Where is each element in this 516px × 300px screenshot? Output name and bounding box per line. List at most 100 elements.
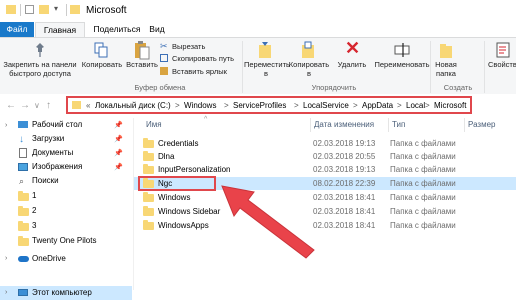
- crumb-local[interactable]: Local: [406, 101, 425, 110]
- crumb-appdata[interactable]: AppData: [362, 101, 393, 110]
- expand-chevron-icon[interactable]: ›: [5, 289, 7, 296]
- crumb-separator-icon[interactable]: >: [425, 101, 430, 110]
- paste-shortcut-label: Вставить ярлык: [172, 67, 227, 76]
- expand-chevron-icon[interactable]: ›: [5, 255, 7, 262]
- window-title: Microsoft: [86, 5, 127, 16]
- forward-arrow-icon[interactable]: →: [20, 100, 30, 111]
- tab-file[interactable]: Файл: [0, 22, 34, 37]
- organize-group-label: Упорядочить: [311, 83, 357, 92]
- rename-icon: [394, 43, 410, 57]
- folder-icon: [18, 221, 29, 231]
- move-to-label: Переместить в: [244, 60, 290, 78]
- sort-ascending-icon: ^: [204, 116, 208, 123]
- annotation-arrow-icon: [221, 185, 315, 259]
- folder-icon: [143, 206, 154, 216]
- crumb-windows[interactable]: Windows: [184, 101, 216, 110]
- up-arrow-icon[interactable]: ↑: [46, 100, 51, 111]
- address-overflow-chevron[interactable]: «: [86, 101, 90, 110]
- table-row[interactable]: Windows Sidebar 02.03.2018 18:41 Папка с…: [140, 205, 516, 218]
- file-date: 02.03.2018 19:13: [313, 165, 376, 174]
- file-type: Папка с файлами: [390, 179, 456, 188]
- sidebar-item-label: OneDrive: [32, 254, 66, 263]
- crumb-separator-icon[interactable]: >: [224, 101, 229, 110]
- properties-icon: [496, 42, 510, 58]
- crumb-separator-icon[interactable]: >: [294, 101, 299, 110]
- paste-icon: [135, 41, 150, 60]
- paste-label: Вставить: [126, 60, 158, 69]
- address-bar[interactable]: « Локальный диск (C:) > Windows > Servic…: [66, 96, 472, 114]
- sidebar-item-label: Этот компьютер: [32, 288, 92, 297]
- divider: [20, 4, 21, 16]
- sidebar-item-label: 3: [32, 221, 37, 230]
- sidebar-item-label: Поиски: [32, 176, 59, 185]
- downloads-icon: ↓: [19, 134, 24, 145]
- sidebar-item-label: Документы: [32, 148, 74, 157]
- table-row[interactable]: Credentials 02.03.2018 19:13 Папка с фай…: [140, 137, 516, 150]
- sidebar-item-label: Рабочий стол: [32, 120, 83, 129]
- tab-home[interactable]: Главная: [35, 22, 85, 37]
- properties-label: Свойства: [488, 60, 516, 69]
- properties-quick-icon[interactable]: [25, 5, 34, 14]
- crumb-separator-icon[interactable]: >: [175, 101, 180, 110]
- folder-icon: [143, 220, 154, 230]
- file-type: Папка с файлами: [390, 139, 456, 148]
- delete-x-icon: ✕: [345, 38, 361, 58]
- sidebar-item-label: Изображения: [32, 162, 83, 171]
- ribbon-tabs: Файл Главная Поделиться Вид: [0, 22, 516, 37]
- file-name: WindowsApps: [158, 221, 209, 230]
- back-arrow-icon[interactable]: ←: [6, 100, 16, 111]
- crumb-microsoft[interactable]: Microsoft: [434, 101, 466, 110]
- pane-splitter[interactable]: [133, 118, 134, 290]
- new-folder-quick-icon[interactable]: [39, 5, 49, 14]
- file-name: Windows: [158, 193, 191, 202]
- search-icon: ⌕: [19, 176, 25, 186]
- customize-quick-access-icon[interactable]: ▾: [54, 4, 58, 15]
- column-divider[interactable]: [310, 118, 311, 132]
- desktop-icon: [18, 121, 28, 128]
- column-divider[interactable]: [464, 118, 465, 132]
- crumb-localservice[interactable]: LocalService: [303, 101, 349, 110]
- crumb-local-disk[interactable]: Локальный диск (C:): [95, 101, 171, 110]
- table-row[interactable]: Windows 02.03.2018 18:41 Папка с файлами: [140, 191, 516, 204]
- pin-label: Закрепить на панели быстрого доступа: [3, 60, 77, 78]
- folder-icon: [72, 101, 81, 109]
- ribbon-separator: [484, 41, 485, 93]
- pin-icon[interactable]: 📌: [114, 163, 123, 171]
- ngc-highlight-box: [138, 176, 216, 191]
- table-row[interactable]: WindowsApps 02.03.2018 18:41 Папка с фай…: [140, 219, 516, 232]
- pin-icon[interactable]: 📌: [114, 135, 123, 143]
- ribbon-separator: [242, 41, 243, 93]
- pin-icon[interactable]: 📌: [114, 121, 123, 129]
- tab-share[interactable]: Поделиться: [88, 22, 146, 37]
- pin-icon: [36, 43, 44, 57]
- file-type: Папка с файлами: [390, 152, 456, 161]
- crumb-separator-icon[interactable]: >: [397, 101, 402, 110]
- create-group-label: Создать: [443, 83, 473, 92]
- column-type[interactable]: Тип: [392, 120, 405, 129]
- expand-chevron-icon[interactable]: ›: [5, 122, 7, 129]
- address-row: ← → ∨ ↑ « Локальный диск (C:) > Windows …: [0, 94, 516, 118]
- file-type: Папка с файлами: [390, 193, 456, 202]
- column-size[interactable]: Размер: [468, 120, 496, 129]
- file-date: 02.03.2018 20:55: [313, 152, 376, 161]
- cut-label: Вырезать: [172, 42, 206, 51]
- file-type: Папка с файлами: [390, 165, 456, 174]
- tab-view[interactable]: Вид: [146, 22, 168, 37]
- file-type: Папка с файлами: [390, 207, 456, 216]
- column-name[interactable]: Имя: [146, 120, 162, 129]
- column-date[interactable]: Дата изменения: [314, 120, 374, 129]
- folder-icon: [6, 5, 16, 14]
- ribbon: Закрепить на панели быстрого доступа Коп…: [0, 37, 516, 95]
- copy-label: Копировать: [81, 60, 123, 69]
- table-row[interactable]: InputPersonalization 02.03.2018 19:13 Па…: [140, 163, 516, 176]
- crumb-separator-icon[interactable]: >: [353, 101, 358, 110]
- pin-icon[interactable]: 📌: [114, 149, 123, 157]
- crumb-serviceprofiles[interactable]: ServiceProfiles: [233, 101, 286, 110]
- clipboard-group-label: Буфер обмена: [134, 83, 186, 92]
- folder-icon: [18, 206, 29, 216]
- table-row[interactable]: Dlna 02.03.2018 20:55 Папка с файлами: [140, 150, 516, 163]
- computer-icon: [18, 289, 28, 296]
- recent-locations-chevron-icon[interactable]: ∨: [34, 101, 40, 110]
- delete-label: Удалить: [337, 60, 367, 69]
- column-divider[interactable]: [388, 118, 389, 132]
